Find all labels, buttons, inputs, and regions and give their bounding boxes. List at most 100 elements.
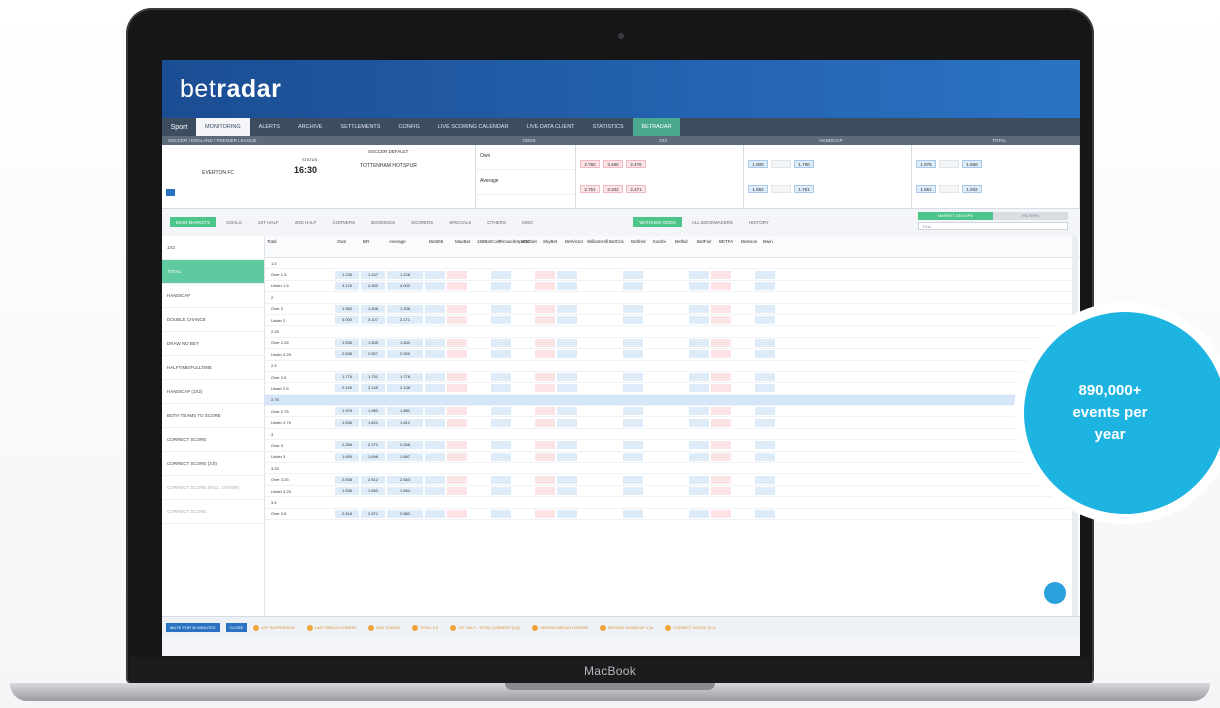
bookmaker-odd-cell[interactable] [425, 293, 445, 301]
nav-config[interactable]: CONFIG [389, 118, 428, 136]
alert-item[interactable]: 1ST HALF - TOTAL CORNERS (4.5) [450, 624, 520, 631]
bookmaker-odd-cell[interactable] [535, 498, 555, 506]
odd-cell[interactable] [387, 259, 423, 267]
bookmaker-odd-cell[interactable] [469, 339, 489, 347]
bookmaker-odd-cell[interactable] [513, 293, 533, 301]
bookmaker-odd-cell[interactable] [579, 498, 599, 506]
bookmaker-odd-cell[interactable] [535, 464, 555, 472]
bookmaker-odd-cell[interactable] [425, 487, 445, 495]
bookmaker-odd-cell[interactable] [425, 396, 445, 404]
bookmaker-odd-cell[interactable] [755, 304, 775, 313]
odd-cell[interactable]: 2.538 [335, 475, 359, 484]
bookmaker-odd-cell[interactable] [513, 464, 533, 472]
bookmaker-odd-cell[interactable] [755, 259, 775, 267]
bookmaker-odd-cell[interactable] [491, 259, 511, 267]
odd-cell[interactable]: 1.236 [335, 270, 359, 279]
bookmaker-odd-cell[interactable] [711, 487, 731, 495]
bookmaker-odd-cell[interactable] [513, 259, 533, 267]
bookmaker-odd-cell[interactable] [711, 441, 731, 450]
bookmaker-odd-cell[interactable] [667, 498, 687, 506]
odd-cell[interactable] [387, 328, 423, 336]
bookmaker-odd-cell[interactable] [733, 464, 753, 472]
bookmaker-odd-cell[interactable] [645, 430, 665, 438]
bookmaker-odd-cell[interactable] [425, 304, 445, 313]
bookmaker-odd-cell[interactable] [513, 430, 533, 438]
bookmaker-odd-cell[interactable] [469, 271, 489, 279]
tab-filters[interactable]: FILTERS [993, 212, 1068, 220]
bookmaker-odd-cell[interactable] [645, 293, 665, 301]
bookmaker-odd-cell[interactable] [469, 362, 489, 370]
grid-header-cell[interactable]: SkyBet [541, 236, 563, 257]
bookmaker-odd-cell[interactable] [469, 487, 489, 495]
bookmaker-odd-cell[interactable] [711, 452, 731, 461]
bookmaker-odd-cell[interactable] [645, 339, 665, 347]
bookmaker-odd-cell[interactable] [535, 384, 555, 393]
bookmaker-odd-cell[interactable] [711, 281, 731, 290]
bookmaker-odd-cell[interactable] [601, 362, 621, 370]
filter-misc[interactable]: MISC [516, 217, 539, 227]
bookmaker-odd-cell[interactable] [689, 418, 709, 427]
bookmaker-odd-cell[interactable] [491, 384, 511, 393]
bookmaker-odd-cell[interactable] [601, 476, 621, 484]
bookmaker-odd-cell[interactable] [645, 259, 665, 267]
bookmaker-odd-cell[interactable] [579, 350, 599, 358]
bookmaker-odd-cell[interactable] [557, 270, 577, 279]
odd-cell[interactable]: 1.892 [748, 185, 768, 194]
bookmaker-odd-cell[interactable] [447, 350, 467, 359]
bookmaker-odd-cell[interactable] [667, 510, 687, 518]
table-row[interactable]: Under 3 1.690 1.696 1.687 [265, 452, 1080, 464]
bookmaker-odd-cell[interactable] [579, 487, 599, 495]
bookmaker-odd-cell[interactable] [601, 339, 621, 347]
sidebar-item-correct-score-2[interactable]: CORRECT SCORE [162, 500, 264, 524]
nav-live-scoring-calendar[interactable]: LIVE SCORING CALENDAR [429, 118, 518, 136]
sidebar-item-correct-score-incl-other[interactable]: CORRECT SCORE (INCL. OTHER) [162, 476, 264, 500]
bookmaker-odd-cell[interactable] [513, 328, 533, 336]
table-row[interactable]: Under 2 3.000 3.107 3.171 [265, 315, 1080, 327]
odd-cell[interactable]: 1.776 [335, 373, 359, 382]
bookmaker-odd-cell[interactable] [425, 338, 445, 347]
odd-cell[interactable]: 1.687 [387, 452, 423, 461]
bookmaker-odd-cell[interactable] [579, 293, 599, 301]
odd-cell[interactable]: 4.125 [335, 281, 359, 290]
bookmaker-odd-cell[interactable] [755, 452, 775, 461]
bookmaker-odd-cell[interactable] [579, 441, 599, 449]
odd-cell[interactable]: 2.138 [387, 384, 423, 393]
odd-cell[interactable] [361, 362, 385, 370]
bookmaker-odd-cell[interactable] [469, 350, 489, 358]
sidebar-item-halftime-fulltime[interactable]: HALFTIME/FULLTIME [162, 356, 264, 380]
bookmaker-odd-cell[interactable] [623, 259, 643, 267]
bookmaker-odd-cell[interactable] [425, 407, 445, 416]
bookmaker-odd-cell[interactable] [579, 396, 599, 404]
bookmaker-odd-cell[interactable] [733, 282, 753, 290]
bookmaker-odd-cell[interactable] [689, 338, 709, 347]
bookmaker-odd-cell[interactable] [755, 475, 775, 484]
bookmaker-odd-cell[interactable] [733, 362, 753, 370]
bookmaker-odd-cell[interactable] [513, 441, 533, 449]
table-row[interactable]: 2 [265, 292, 1080, 304]
odd-cell[interactable]: 1.976 [335, 407, 359, 416]
bookmaker-odd-cell[interactable] [513, 396, 533, 404]
bookmaker-odd-cell[interactable] [689, 452, 709, 461]
bookmaker-odd-cell[interactable] [557, 452, 577, 461]
bookmaker-odd-cell[interactable] [601, 293, 621, 301]
bookmaker-odd-cell[interactable] [689, 509, 709, 518]
bookmaker-odd-cell[interactable] [535, 509, 555, 518]
bookmaker-odd-cell[interactable] [689, 487, 709, 495]
sidebar-item-double-chance[interactable]: DOUBLE CHANCE [162, 308, 264, 332]
bookmaker-odd-cell[interactable] [667, 350, 687, 358]
bookmaker-odd-cell[interactable] [513, 339, 533, 347]
table-row[interactable]: 2.25 [265, 326, 1080, 338]
bookmaker-odd-cell[interactable] [733, 259, 753, 267]
bookmaker-odd-cell[interactable] [557, 281, 577, 290]
bookmaker-odd-cell[interactable] [711, 316, 731, 325]
bookmaker-odd-cell[interactable] [513, 476, 533, 484]
bookmaker-odd-cell[interactable] [711, 464, 731, 472]
bookmaker-odd-cell[interactable] [689, 396, 709, 404]
bookmaker-odd-cell[interactable] [447, 362, 467, 370]
bookmaker-odd-cell[interactable] [425, 328, 445, 336]
bookmaker-odd-cell[interactable] [667, 271, 687, 279]
bookmaker-odd-cell[interactable] [557, 293, 577, 301]
bookmaker-odd-cell[interactable] [491, 475, 511, 484]
nav-monitoring[interactable]: MONITORING [196, 118, 250, 136]
odd-cell[interactable]: 2.266 [335, 441, 359, 450]
